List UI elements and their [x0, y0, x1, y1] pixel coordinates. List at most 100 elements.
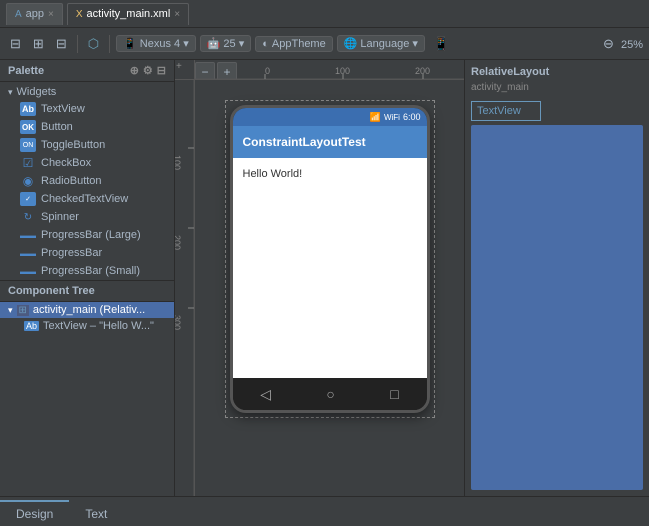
canvas-scroll[interactable]: 📶 WiFi 6:00 ConstraintLayoutTest Hello W…: [195, 80, 464, 496]
palette-item-progressbar[interactable]: ▬▬ ProgressBar: [0, 244, 174, 262]
checkedtextview-icon: ✓: [20, 192, 36, 206]
props-textview-label: TextView: [477, 105, 521, 117]
tree-item-textview[interactable]: Ab TextView – "Hello W...": [0, 318, 174, 334]
palette-header: Palette ⊕ ⚙ ⊟: [0, 60, 174, 82]
tab-activity-main[interactable]: X activity_main.xml ×: [67, 3, 189, 25]
palette-item-progressbar-small[interactable]: ▬▬ ProgressBar (Small): [0, 262, 174, 280]
palette-item-checkbox[interactable]: ☑ CheckBox: [0, 154, 174, 172]
canvas-area: + − + 0 100 200 300: [175, 60, 464, 496]
tree-arrow-activity: ▾: [8, 305, 13, 316]
bottom-tabs: Design Text: [0, 496, 649, 526]
textview-label: TextView: [41, 103, 85, 115]
phone-content[interactable]: Hello World!: [233, 158, 427, 378]
bottom-tab-text[interactable]: Text: [69, 500, 123, 526]
togglebutton-icon: ON: [20, 138, 36, 152]
palette-item-checkedtextview[interactable]: ✓ CheckedTextView: [0, 190, 174, 208]
bottom-tab-design[interactable]: Design: [0, 500, 69, 526]
progressbar-label: ProgressBar: [41, 247, 102, 259]
palette-header-icons: ⊕ ⚙ ⊟: [130, 64, 166, 77]
canvas-body: 100 200 300 📶 WiFi 6: [175, 80, 464, 496]
tab-activity-main-close[interactable]: ×: [174, 9, 180, 20]
tab-activity-main-label: activity_main.xml: [87, 8, 171, 20]
zoom-level: ⊖ 25%: [599, 34, 643, 54]
api-selector[interactable]: 🤖 25 ▾: [200, 35, 252, 52]
palette-widgets-section[interactable]: ▾ Widgets: [0, 82, 174, 100]
ruler-corner: +: [175, 60, 195, 80]
phone-app-bar: ConstraintLayoutTest: [233, 126, 427, 158]
checkedtextview-label: CheckedTextView: [41, 193, 128, 205]
nav-home-icon[interactable]: ○: [326, 386, 334, 402]
hello-world-text: Hello World!: [243, 168, 303, 180]
phone-nav-bar: ◁ ○ □: [233, 378, 427, 410]
props-textview-box[interactable]: TextView: [471, 101, 541, 121]
signal-icon: 📶: [370, 112, 381, 123]
tab-app-label: app: [26, 8, 44, 20]
ruler-top: − + 0 100 200 300: [195, 60, 464, 80]
tree-item-activity-icon: ⊞: [17, 305, 29, 316]
nav-back-icon[interactable]: ◁: [260, 386, 271, 403]
tab-app[interactable]: A app ×: [6, 3, 63, 25]
toolbar-sep1: [77, 35, 78, 53]
tab-app-close[interactable]: ×: [48, 9, 54, 20]
device-label: Nexus 4 ▾: [140, 37, 189, 50]
toolbar-layout-btn3[interactable]: ⊟: [52, 34, 71, 54]
palette-panel: Palette ⊕ ⚙ ⊟ ▾ Widgets Ab TextView OK B…: [0, 60, 175, 496]
device-selector[interactable]: 📱 Nexus 4 ▾: [116, 35, 196, 52]
togglebutton-label: ToggleButton: [41, 139, 105, 151]
progressbar-small-icon: ▬▬: [20, 264, 36, 278]
toolbar-sep2: [109, 35, 110, 53]
radiobutton-label: RadioButton: [41, 175, 102, 187]
api-icon: 🤖: [207, 37, 221, 50]
widgets-label: Widgets: [17, 86, 57, 98]
palette-item-progressbar-large[interactable]: ▬▬ ProgressBar (Large): [0, 226, 174, 244]
tree-item-activity-main[interactable]: ▾ ⊞ activity_main (Relativ...: [0, 302, 174, 318]
ruler-svg-top: 0 100 200 300: [195, 60, 464, 80]
theme-selector[interactable]: ◐ AppTheme: [255, 36, 332, 52]
app-icon: A: [15, 9, 22, 20]
palette-expand-icon[interactable]: ⊟: [157, 64, 166, 77]
palette-item-togglebutton[interactable]: ON ToggleButton: [0, 136, 174, 154]
palette-item-radiobutton[interactable]: ◉ RadioButton: [0, 172, 174, 190]
ruler-left: 100 200 300: [175, 80, 195, 496]
app-bar-title: ConstraintLayoutTest: [243, 135, 366, 149]
canvas-add-btn[interactable]: +: [176, 61, 182, 72]
toolbar-constraint-btn[interactable]: ⬡: [84, 34, 103, 54]
toolbar: ⊟ ⊞ ⊟ ⬡ 📱 Nexus 4 ▾ 🤖 25 ▾ ◐ AppTheme 🌐 …: [0, 28, 649, 60]
tree-item-textview-label: TextView – "Hello W...": [43, 320, 154, 332]
progressbar-small-label: ProgressBar (Small): [41, 265, 140, 277]
wifi-icon: WiFi: [384, 113, 400, 122]
phone-frame: 📶 WiFi 6:00 ConstraintLayoutTest Hello W…: [230, 105, 430, 413]
layout-selection-box: 📶 WiFi 6:00 ConstraintLayoutTest Hello W…: [225, 100, 435, 418]
zoom-value: 25%: [621, 39, 643, 51]
palette-item-button[interactable]: OK Button: [0, 118, 174, 136]
phone-orient-btn[interactable]: 📱: [429, 34, 453, 54]
language-selector[interactable]: 🌐 Language ▾: [337, 35, 425, 52]
bottom-tab-design-label: Design: [16, 507, 53, 521]
textview-icon: Ab: [20, 102, 36, 116]
component-tree-header: Component Tree: [0, 280, 174, 302]
ruler-top-row: + − + 0 100 200 300: [175, 60, 464, 80]
palette-search-icon[interactable]: ⊕: [130, 64, 139, 77]
spinner-icon: ↻: [20, 210, 36, 224]
language-icon: 🌐: [344, 37, 358, 50]
title-bar: A app × X activity_main.xml ×: [0, 0, 649, 28]
svg-text:0: 0: [265, 66, 270, 76]
zoom-out-btn[interactable]: ⊖: [599, 34, 618, 54]
properties-panel: RelativeLayout activity_main TextView: [464, 60, 649, 496]
props-layout-title: RelativeLayout: [471, 66, 643, 78]
ruler-svg-left: 100 200 300: [175, 80, 195, 496]
palette-item-textview[interactable]: Ab TextView: [0, 100, 174, 118]
bottom-tab-text-label: Text: [85, 507, 107, 521]
toolbar-layout-btn1[interactable]: ⊟: [6, 34, 25, 54]
language-label: Language ▾: [360, 37, 418, 50]
widgets-arrow: ▾: [8, 87, 13, 98]
time-display: 6:00: [403, 112, 421, 122]
palette-item-spinner[interactable]: ↻ Spinner: [0, 208, 174, 226]
toolbar-layout-btn2[interactable]: ⊞: [29, 34, 48, 54]
svg-text:100: 100: [175, 155, 182, 170]
progressbar-large-icon: ▬▬: [20, 228, 36, 242]
palette-settings-icon[interactable]: ⚙: [143, 64, 153, 77]
nav-recent-icon[interactable]: □: [390, 386, 398, 402]
main-area: Palette ⊕ ⚙ ⊟ ▾ Widgets Ab TextView OK B…: [0, 60, 649, 496]
palette-title: Palette: [8, 65, 44, 77]
